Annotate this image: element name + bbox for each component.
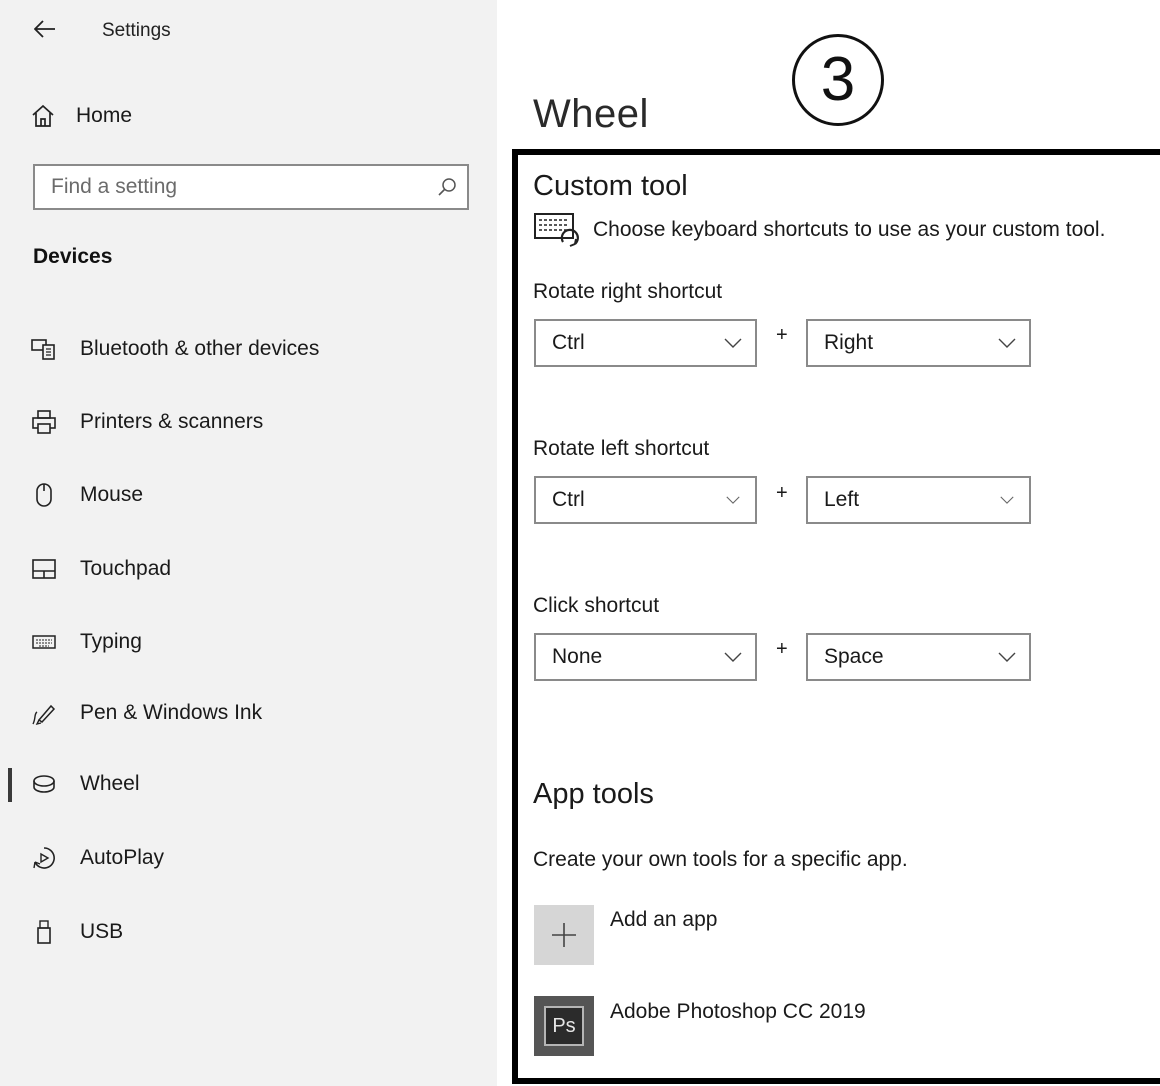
plus-sign: + <box>776 482 788 504</box>
sidebar-item-label: USB <box>80 920 124 943</box>
rotate-left-modifier-dropdown[interactable]: Ctrl <box>534 476 757 524</box>
chevron-down-icon <box>726 496 740 504</box>
sidebar-item-usb[interactable]: USB <box>0 908 497 956</box>
selection-indicator <box>8 768 12 802</box>
search-box <box>33 164 469 210</box>
sidebar-item-wheel[interactable]: Wheel <box>0 760 497 808</box>
section-title: Devices <box>33 245 113 268</box>
app-tools-description: Create your own tools for a specific app… <box>533 848 908 871</box>
chevron-down-icon <box>998 338 1016 348</box>
sidebar-item-label: Wheel <box>80 772 140 795</box>
dropdown-value: Ctrl <box>552 331 585 354</box>
pen-icon <box>32 704 56 726</box>
custom-tool-description: Choose keyboard shortcuts to use as your… <box>593 218 1106 241</box>
autoplay-icon <box>33 847 55 869</box>
plus-icon <box>552 923 576 947</box>
sidebar-item-printers[interactable]: Printers & scanners <box>0 398 497 446</box>
rotate-left-label: Rotate left shortcut <box>533 437 710 460</box>
dropdown-value: Right <box>824 331 874 354</box>
page-title: Wheel <box>533 92 649 136</box>
dropdown-value: Space <box>824 645 884 668</box>
sidebar-item-label: Bluetooth & other devices <box>80 337 320 360</box>
photoshop-app-tile[interactable]: Ps <box>534 996 594 1056</box>
mouse-icon <box>36 483 52 507</box>
search-button[interactable] <box>427 177 467 197</box>
app-tools-heading: App tools <box>533 778 654 810</box>
bluetooth-devices-icon <box>31 339 55 360</box>
search-icon <box>438 178 456 196</box>
sidebar-item-label: AutoPlay <box>80 846 165 869</box>
touchpad-icon <box>32 559 56 579</box>
photoshop-icon: Ps <box>544 1006 584 1046</box>
click-shortcut-label: Click shortcut <box>533 594 660 617</box>
home-nav-item[interactable]: Home <box>30 98 132 134</box>
back-button[interactable] <box>30 14 60 44</box>
custom-tool-heading: Custom tool <box>533 170 688 202</box>
add-app-label[interactable]: Add an app <box>610 908 717 932</box>
sidebar: Settings Home Devices Bluetooth & other … <box>0 0 497 1086</box>
sidebar-item-touchpad[interactable]: Touchpad <box>0 545 497 593</box>
back-arrow-icon <box>34 20 55 38</box>
click-key-dropdown[interactable]: Space <box>806 633 1031 681</box>
dropdown-value: None <box>552 645 603 668</box>
chevron-down-icon <box>998 652 1016 662</box>
rotate-right-modifier-dropdown[interactable]: Ctrl <box>534 319 757 367</box>
rotate-right-label: Rotate right shortcut <box>533 280 723 303</box>
keyboard-rotate-icon <box>534 213 579 247</box>
sidebar-item-label: Typing <box>80 630 142 653</box>
app-title: Settings <box>102 20 171 41</box>
plus-sign: + <box>776 638 788 660</box>
step-marker: 3 <box>792 34 884 126</box>
chevron-down-icon <box>1000 496 1014 504</box>
sidebar-item-label: Printers & scanners <box>80 410 264 433</box>
sidebar-item-pen[interactable]: Pen & Windows Ink <box>0 689 497 737</box>
sidebar-item-bluetooth[interactable]: Bluetooth & other devices <box>0 325 497 373</box>
click-modifier-dropdown[interactable]: None <box>534 633 757 681</box>
chevron-down-icon <box>724 652 742 662</box>
chevron-down-icon <box>724 338 742 348</box>
search-input[interactable] <box>35 165 427 209</box>
sidebar-item-autoplay[interactable]: AutoPlay <box>0 834 497 882</box>
keyboard-icon <box>32 635 56 649</box>
rotate-right-key-dropdown[interactable]: Right <box>806 319 1031 367</box>
sidebar-item-label: Touchpad <box>80 557 172 580</box>
plus-sign: + <box>776 324 788 346</box>
printer-icon <box>32 410 56 434</box>
add-app-button[interactable] <box>534 905 594 965</box>
sidebar-item-mouse[interactable]: Mouse <box>0 471 497 519</box>
photoshop-app-label[interactable]: Adobe Photoshop CC 2019 <box>610 1000 866 1024</box>
title-bar: Settings <box>0 0 497 62</box>
usb-icon <box>37 920 51 944</box>
home-label: Home <box>76 104 133 127</box>
sidebar-item-label: Pen & Windows Ink <box>80 701 263 724</box>
dropdown-value: Ctrl <box>552 488 585 511</box>
home-icon <box>32 104 54 127</box>
custom-tool-description-row: Choose keyboard shortcuts to use as your… <box>533 208 1105 252</box>
dropdown-value: Left <box>824 488 860 511</box>
sidebar-item-typing[interactable]: Typing <box>0 618 497 666</box>
rotate-left-key-dropdown[interactable]: Left <box>806 476 1031 524</box>
sidebar-item-label: Mouse <box>80 483 144 506</box>
wheel-icon <box>33 775 55 793</box>
